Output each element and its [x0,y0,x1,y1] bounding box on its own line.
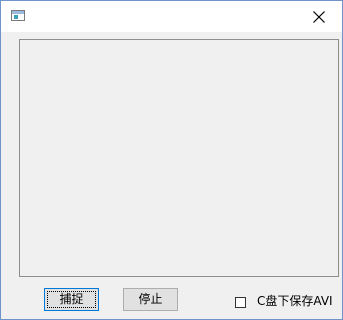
stop-button[interactable]: 停止 [123,288,178,311]
app-window-icon[interactable] [11,10,25,21]
close-button[interactable] [296,1,342,32]
stop-button-label: 停止 [138,292,163,306]
focus-rectangle [47,291,96,308]
capture-button[interactable]: 捕捉 [44,288,99,311]
title-bar[interactable] [1,1,342,32]
video-preview-panel [19,39,339,277]
save-avi-label[interactable]: C盘下保存AVI [257,293,333,309]
save-avi-checkbox[interactable] [235,297,246,308]
app-window: 捕捉 停止 C盘下保存AVI [0,0,343,320]
close-icon [313,11,325,23]
